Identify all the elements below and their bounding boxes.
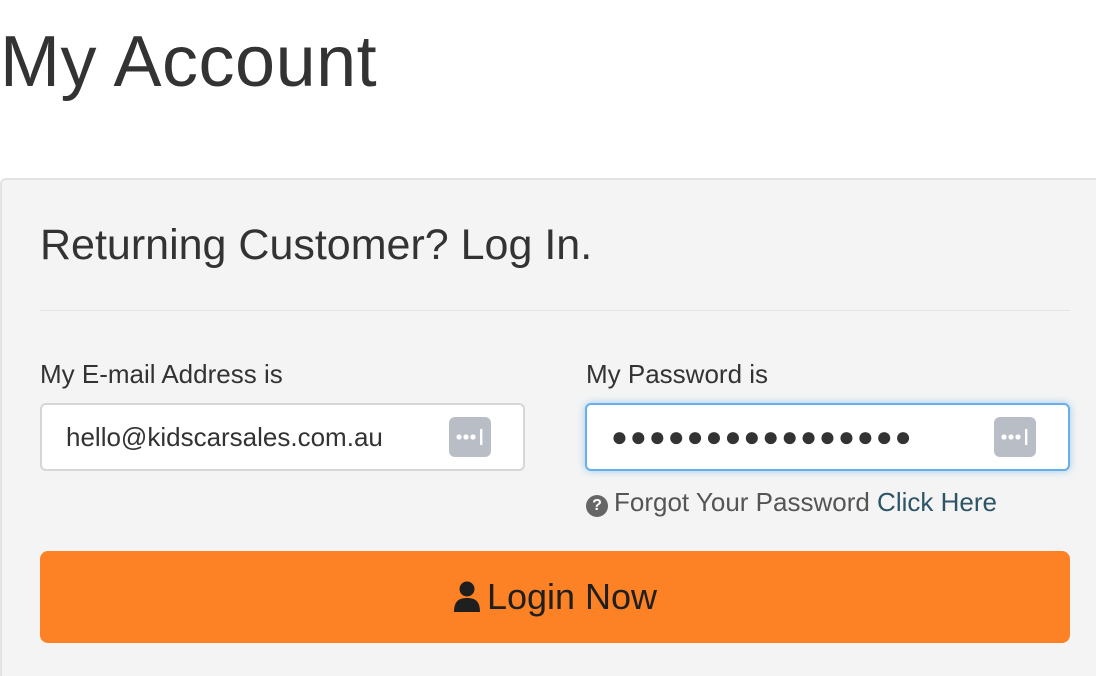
keychain-icon[interactable] xyxy=(994,417,1036,457)
login-button-label: Login Now xyxy=(486,576,658,617)
login-button[interactable]: Login Now xyxy=(40,551,1070,643)
email-field-value: hello@kidscarsales.com.au xyxy=(66,422,383,452)
user-icon xyxy=(453,555,481,647)
login-panel-heading: Returning Customer? Log In. xyxy=(40,221,593,269)
password-label: My Password is xyxy=(586,359,769,389)
forgot-password-row: ? Forgot Your Password Click Here xyxy=(586,486,997,518)
panel-divider xyxy=(40,310,1070,311)
page-title: My Account xyxy=(0,22,378,102)
email-field[interactable]: hello@kidscarsales.com.au xyxy=(40,403,525,471)
keychain-icon[interactable] xyxy=(449,417,491,457)
email-label: My E-mail Address is xyxy=(40,359,283,389)
page: My Account Returning Customer? Log In. M… xyxy=(0,0,1096,676)
question-circle-icon: ? xyxy=(586,495,608,517)
password-field[interactable]: ●●●●●●●●●●●●●●●● xyxy=(585,403,1070,471)
password-field-value: ●●●●●●●●●●●●●●●● xyxy=(611,421,914,452)
forgot-password-link[interactable]: Click Here xyxy=(877,487,997,517)
forgot-password-text: Forgot Your Password xyxy=(614,487,870,517)
